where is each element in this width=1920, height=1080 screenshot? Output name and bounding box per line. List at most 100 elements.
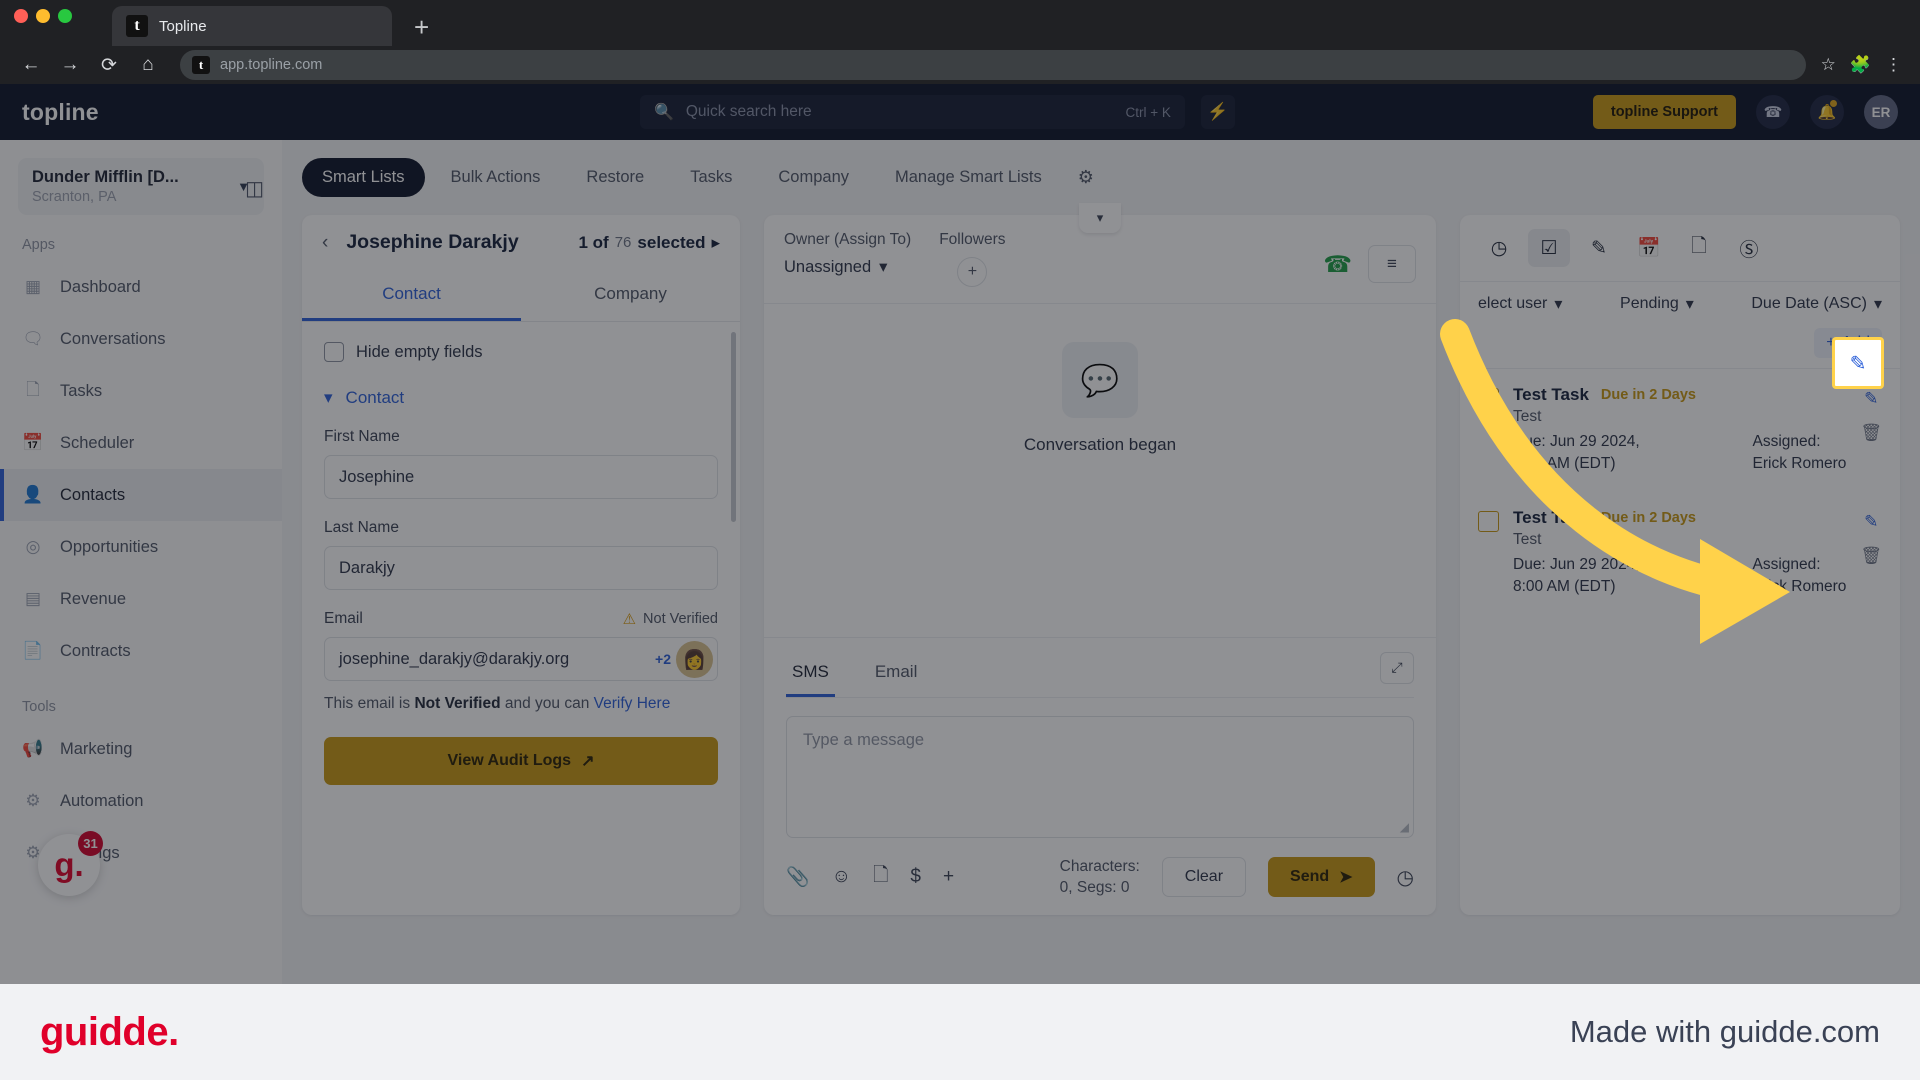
- credit-card-icon: ▤: [24, 589, 42, 608]
- plus-icon[interactable]: +: [943, 866, 954, 888]
- bookmark-star-icon[interactable]: ☆: [1821, 55, 1836, 75]
- tab-tasks[interactable]: Tasks: [670, 158, 752, 197]
- table-row[interactable]: Test Task Due in 2 Days Test Due: Jun 29…: [1460, 492, 1900, 615]
- contact-group-header[interactable]: ▾ Contact: [324, 388, 718, 408]
- view-audit-logs-button[interactable]: View Audit Logs ↗: [324, 737, 718, 786]
- task-title: Test Task: [1513, 385, 1589, 404]
- maximize-window-button[interactable]: [58, 9, 72, 23]
- avatar[interactable]: ER: [1864, 95, 1898, 129]
- dollar-payment-icon[interactable]: $: [910, 866, 921, 888]
- template-document-icon[interactable]: 🗋: [873, 861, 888, 893]
- sidebar-item-tasks[interactable]: 🗋 Tasks: [0, 365, 282, 417]
- edit-pencil-square-icon[interactable]: ✎: [1864, 389, 1878, 409]
- sidebar-item-conversations[interactable]: 🗨 Conversations: [0, 313, 282, 365]
- attachment-paperclip-icon[interactable]: 📎: [786, 865, 810, 889]
- contact-panel-scrollbar[interactable]: [731, 332, 736, 522]
- emoji-smiley-icon[interactable]: ☺: [832, 866, 851, 888]
- tab-email[interactable]: Email: [869, 652, 924, 697]
- tab-restore[interactable]: Restore: [566, 158, 664, 197]
- sidebar-item-automation[interactable]: ⚙ Automation: [0, 775, 282, 827]
- document-icon[interactable]: 🗋: [1678, 229, 1720, 267]
- contact-panel-header: ‹ Josephine Darakjy 1 of 76 selected ▸: [302, 215, 740, 270]
- tab-contact[interactable]: Contact: [302, 270, 521, 321]
- sidebar-item-contacts[interactable]: 👤 Contacts: [0, 469, 282, 521]
- close-window-button[interactable]: [14, 9, 28, 23]
- browser-chrome: t Topline + ← → ⟳ ⌂ t app.topline.com ☆ …: [0, 0, 1920, 84]
- sidebar-item-revenue[interactable]: ▤ Revenue: [0, 573, 282, 625]
- dollar-circle-icon[interactable]: Ⓢ: [1728, 229, 1770, 267]
- highlighted-edit-task-button[interactable]: ✎: [1832, 337, 1884, 389]
- sort-filter-select[interactable]: Due Date (ASC) ▾: [1751, 294, 1882, 314]
- window-traffic-lights[interactable]: [14, 9, 72, 23]
- sidebar-item-label: Tasks: [60, 381, 103, 400]
- chevron-left-icon[interactable]: ‹: [322, 232, 328, 254]
- sidebar-item-contracts[interactable]: 📄 Contracts: [0, 625, 282, 677]
- tab-manage-smart-lists[interactable]: Manage Smart Lists: [875, 158, 1062, 197]
- settings-gear-icon[interactable]: ⚙: [1068, 167, 1104, 188]
- sidebar-item-scheduler[interactable]: 📅 Scheduler: [0, 417, 282, 469]
- org-switcher[interactable]: Dunder Mifflin [D... Scranton, PA ▼: [18, 158, 264, 215]
- forward-arrow-icon[interactable]: →: [53, 48, 87, 82]
- search-icon: 🔍: [653, 104, 674, 121]
- clear-button[interactable]: Clear: [1161, 857, 1247, 898]
- tab-bulk-actions[interactable]: Bulk Actions: [431, 158, 561, 197]
- task-complete-checkbox[interactable]: [1478, 510, 1499, 532]
- resize-handle[interactable]: ◢: [1400, 820, 1409, 834]
- three-dot-menu-icon[interactable]: ⋮: [1885, 55, 1902, 75]
- hide-empty-fields-checkbox[interactable]: [324, 342, 344, 362]
- verify-here-link[interactable]: Verify Here: [594, 695, 671, 712]
- email-field[interactable]: josephine_darakjy@darakjy.org +2 👩: [324, 637, 718, 681]
- trash-icon[interactable]: 🗑: [1860, 423, 1882, 443]
- hide-empty-fields-row[interactable]: Hide empty fields: [324, 342, 718, 362]
- guidde-floating-badge[interactable]: g. 31: [38, 831, 103, 896]
- edit-pencil-square-icon[interactable]: ✎: [1864, 512, 1878, 532]
- notification-bell-icon[interactable]: 🔔: [1810, 95, 1844, 129]
- last-name-label: Last Name: [324, 519, 399, 536]
- new-tab-button[interactable]: +: [414, 14, 429, 40]
- user-filter-select[interactable]: elect user ▾: [1478, 294, 1562, 314]
- global-search-input[interactable]: 🔍 Quick search here Ctrl + K: [639, 95, 1185, 129]
- send-button[interactable]: Send ➤: [1268, 857, 1375, 898]
- task-complete-checkbox[interactable]: [1478, 388, 1499, 409]
- plus-icon[interactable]: +: [957, 257, 988, 287]
- task-check-icon[interactable]: ☑: [1528, 229, 1570, 267]
- note-pen-icon[interactable]: ✎: [1578, 229, 1620, 267]
- filter-icon[interactable]: ≡: [1368, 245, 1416, 283]
- back-arrow-icon[interactable]: ←: [14, 48, 48, 82]
- first-name-field[interactable]: Josephine: [324, 455, 718, 499]
- browser-tab[interactable]: t Topline: [112, 6, 392, 46]
- last-name-field[interactable]: Darakjy: [324, 546, 718, 590]
- tab-smart-lists[interactable]: Smart Lists: [302, 158, 425, 197]
- sidebar-item-opportunities[interactable]: ◎ Opportunities: [0, 521, 282, 573]
- trash-icon[interactable]: 🗑: [1860, 546, 1882, 566]
- minimize-window-button[interactable]: [36, 9, 50, 23]
- tab-sms[interactable]: SMS: [786, 652, 835, 697]
- clock-icon[interactable]: ◷: [1397, 865, 1414, 890]
- activity-clock-icon[interactable]: ◷: [1478, 229, 1520, 267]
- app-brand-logo[interactable]: topline: [22, 99, 282, 126]
- calendar-icon[interactable]: 📅: [1628, 229, 1670, 267]
- conversation-header: Owner (Assign To) Unassigned ▾ Followers…: [764, 203, 1436, 287]
- owner-select[interactable]: Unassigned ▾: [784, 257, 911, 277]
- lightning-bolt-icon[interactable]: ⚡: [1200, 95, 1235, 129]
- message-input[interactable]: Type a message ◢: [786, 715, 1414, 838]
- home-icon[interactable]: ⌂: [131, 48, 165, 82]
- sidebar-item-dashboard[interactable]: ▦ Dashboard: [0, 261, 282, 313]
- status-filter-select[interactable]: Pending ▾: [1620, 294, 1694, 314]
- url-bar[interactable]: t app.topline.com: [180, 50, 1806, 80]
- phone-icon[interactable]: ☎: [1756, 95, 1790, 129]
- reload-icon[interactable]: ⟳: [92, 48, 126, 82]
- extensions-puzzle-icon[interactable]: 🧩: [1850, 55, 1871, 75]
- guidde-logo: guidde.: [40, 1009, 179, 1054]
- chevron-right-icon[interactable]: ▸: [711, 233, 720, 253]
- topline-favicon: t: [126, 15, 148, 37]
- phone-call-icon[interactable]: ☎: [1323, 251, 1352, 278]
- collapse-diagonal-icon[interactable]: ⤢: [1380, 651, 1414, 684]
- topline-support-button[interactable]: topline Support: [1592, 95, 1736, 129]
- chevron-down-icon[interactable]: ▾: [1079, 203, 1121, 233]
- panel-collapse-icon[interactable]: ◫: [245, 176, 264, 201]
- tab-company[interactable]: Company: [758, 158, 869, 197]
- tab-company-details[interactable]: Company: [521, 270, 740, 321]
- sidebar-item-marketing[interactable]: 📢 Marketing: [0, 723, 282, 775]
- email-extra-count[interactable]: +2: [655, 651, 671, 667]
